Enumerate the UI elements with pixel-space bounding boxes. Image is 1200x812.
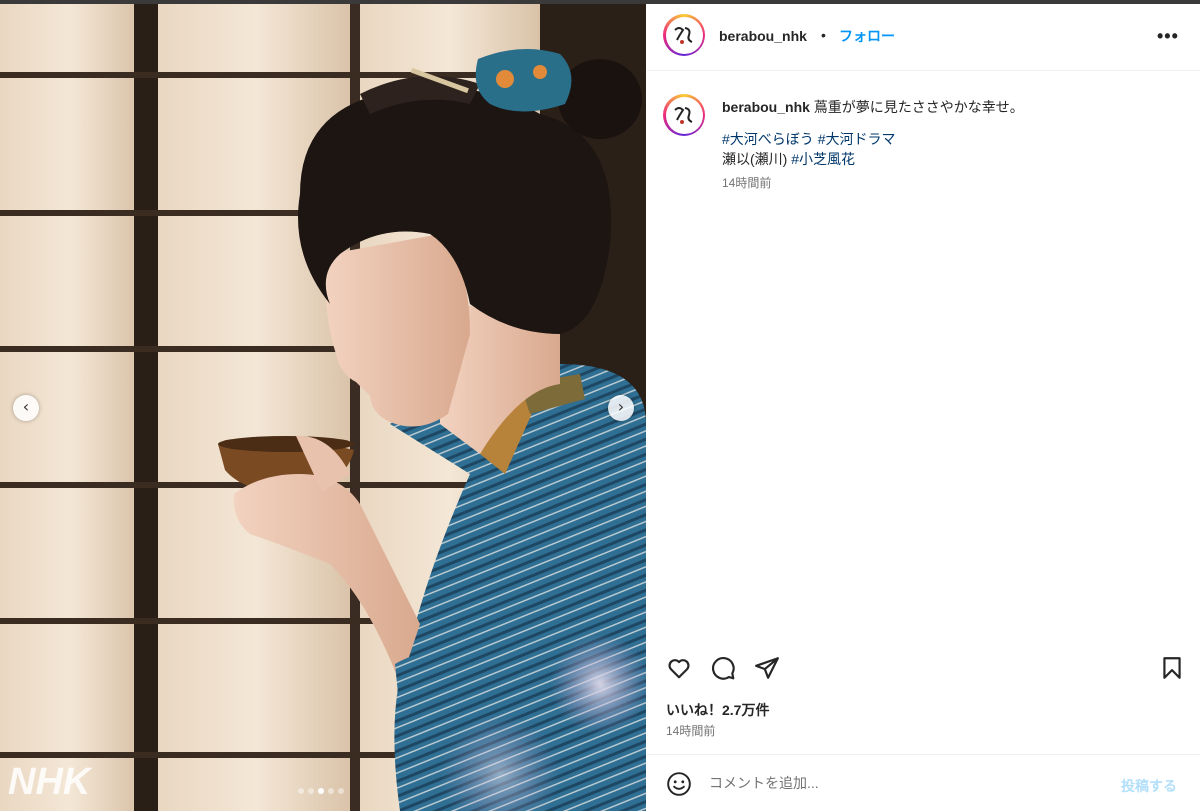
post-details-panel: berabou_nhk • フォロー ••• berabou_nhk 蔦重が夢に… — [647, 4, 1200, 811]
chevron-left-icon: ‹ — [22, 397, 30, 416]
carousel-dot — [318, 788, 324, 794]
caption-username[interactable]: berabou_nhk — [722, 99, 810, 115]
profile-logo-icon — [674, 107, 693, 124]
carousel-dot — [328, 788, 334, 794]
next-slide-button[interactable]: › — [608, 395, 634, 421]
credit-line: 瀬以(瀬川) #小芝風花 — [722, 149, 1182, 169]
post-photo[interactable]: ‹ › NHK — [0, 4, 646, 811]
caption-avatar[interactable] — [663, 94, 705, 136]
hashtag-link[interactable]: #大河ドラマ — [818, 131, 896, 147]
hashtag-link[interactable]: #小芝風花 — [791, 151, 855, 167]
profile-logo-icon — [674, 27, 693, 44]
avatar[interactable] — [663, 14, 705, 56]
hashtag-link[interactable]: #大河べらぼう — [722, 131, 814, 147]
photo-scene — [0, 4, 646, 811]
post-timestamp[interactable]: 14時間前 — [666, 722, 715, 739]
more-icon[interactable]: ••• — [1157, 26, 1179, 47]
comment-icon[interactable] — [710, 655, 736, 681]
action-bar — [647, 649, 1200, 689]
emoji-icon[interactable] — [666, 771, 692, 797]
chevron-right-icon: › — [617, 397, 625, 416]
nhk-watermark: NHK — [8, 761, 93, 802]
bookmark-icon[interactable] — [1159, 655, 1185, 681]
carousel-dot — [298, 788, 304, 794]
follow-button[interactable]: フォロー — [839, 26, 895, 46]
previous-slide-button[interactable]: ‹ — [13, 395, 39, 421]
carousel-dot — [308, 788, 314, 794]
like-count[interactable]: いいね！2.7万件 — [666, 700, 769, 720]
comment-bar: 投稿する — [647, 754, 1200, 812]
separator-dot: • — [821, 27, 826, 43]
hashtag-line: #大河べらぼう #大河ドラマ — [722, 129, 1182, 149]
post-comment-button[interactable]: 投稿する — [1121, 776, 1177, 796]
heart-icon[interactable] — [666, 655, 692, 681]
caption-text: 蔦重が夢に見たささやかな幸せ。 — [813, 99, 1024, 115]
username-link[interactable]: berabou_nhk — [719, 28, 807, 44]
caption-timestamp[interactable]: 14時間前 — [722, 173, 1182, 193]
comment-input[interactable] — [709, 775, 1089, 791]
credit-text: 瀬以(瀬川) — [722, 151, 788, 167]
post-caption: berabou_nhk 蔦重が夢に見たささやかな幸せ。 #大河べらぼう #大河ド… — [722, 97, 1182, 193]
share-icon[interactable] — [754, 655, 780, 681]
carousel-dot — [338, 788, 344, 794]
carousel-indicator — [298, 788, 344, 794]
post-header: berabou_nhk • フォロー ••• — [647, 4, 1200, 71]
svg-text:NHK: NHK — [8, 761, 93, 802]
